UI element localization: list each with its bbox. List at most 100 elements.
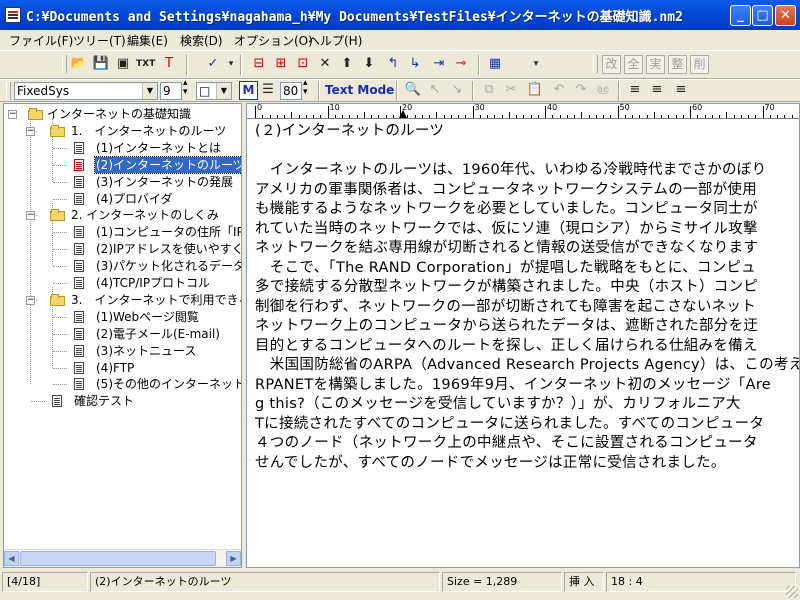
ruler-indent-marker[interactable]: [399, 110, 407, 118]
ruler-tick: [617, 106, 619, 118]
font-size-spinner[interactable]: [183, 78, 193, 97]
collapse-toggle-icon[interactable]: −: [26, 126, 35, 136]
box-option-select[interactable]: □ ▼: [196, 82, 232, 100]
sei-button[interactable]: 整: [668, 55, 687, 74]
ruler-tick: [334, 115, 336, 118]
line-spacing-icon[interactable]: ☰: [259, 81, 277, 99]
scroll-right-icon[interactable]: ▶: [226, 551, 241, 566]
zen-button[interactable]: 全: [624, 55, 643, 74]
undo-icon[interactable]: ↶: [550, 81, 568, 99]
replace-icon[interactable]: a͟e: [594, 81, 612, 99]
tree-node[interactable]: (3)パケット化されるデータ: [4, 258, 241, 274]
m-toggle-button[interactable]: M: [239, 81, 258, 100]
tree-text-icon[interactable]: T: [160, 55, 178, 73]
insert-node-icon[interactable]: ⊡: [294, 55, 312, 73]
tree-node[interactable]: (4)FTP: [4, 360, 241, 376]
tree-node[interactable]: (4)TCP/IPプロトコル: [4, 275, 241, 291]
ruler-tick: [262, 115, 264, 118]
font-size-field[interactable]: 9: [160, 82, 182, 100]
window-title: C:¥Documents and Settings¥nagahama_h¥My …: [26, 10, 683, 25]
tree-horizontal-scrollbar[interactable]: ◀ ▶: [4, 549, 241, 567]
copy-icon[interactable]: ⧉: [480, 81, 498, 99]
page-icon: [74, 226, 84, 239]
tree-node-label: (2)電子メール(E-mail): [96, 326, 220, 341]
align-right-icon[interactable]: ≡: [672, 81, 690, 99]
tree-node-label: (1)Webページ閲覧: [96, 309, 199, 324]
tree-node[interactable]: (2)電子メール(E-mail): [4, 326, 241, 342]
tree-node[interactable]: − 2. インターネットのしくみ: [4, 207, 241, 223]
dropdown-arrow-icon[interactable]: ▾: [222, 55, 240, 73]
ruler-tick: [356, 115, 358, 118]
status-page: [4/18]: [2, 572, 88, 592]
open-folder-icon[interactable]: 📂: [70, 55, 88, 73]
tree-node[interactable]: (1)インターネットとは: [4, 140, 241, 156]
save-icon[interactable]: 💾: [92, 55, 110, 73]
add-sibling-node-icon[interactable]: ⊟: [250, 55, 268, 73]
tree-pane[interactable]: − インターネットの基礎知識 − 1. インターネットのルーツ (1)インターネットとは…: [3, 103, 242, 568]
app-icon[interactable]: [5, 7, 21, 23]
tree-node[interactable]: (1)コンピュータの住所「IP7: [4, 224, 241, 240]
structure-icon[interactable]: ▦: [486, 55, 504, 73]
redo-icon[interactable]: ↷: [572, 81, 590, 99]
tree-node[interactable]: (3)ネットニュース: [4, 343, 241, 359]
structure-dropdown-icon[interactable]: ▾: [527, 55, 545, 73]
delete-node-icon[interactable]: ✕: [316, 55, 334, 73]
tree-node[interactable]: (3)インターネットの発展: [4, 174, 241, 190]
scroll-left-icon[interactable]: ◀: [4, 551, 19, 566]
indent-field[interactable]: 80: [280, 82, 302, 100]
align-center-icon[interactable]: ≡: [648, 81, 666, 99]
menu-options[interactable]: オプション(O): [234, 32, 313, 49]
tree-node[interactable]: (2)IPアドレスを使いやすく: [4, 241, 241, 257]
add-child-node-icon[interactable]: ⊞: [272, 55, 290, 73]
move-right-icon[interactable]: ↳: [406, 55, 424, 73]
tree-node[interactable]: (4)プロバイダ: [4, 191, 241, 207]
move-down-icon[interactable]: ⬇: [360, 55, 378, 73]
menu-tree[interactable]: ツリー(T): [73, 32, 126, 49]
minimize-button[interactable]: _: [730, 5, 751, 26]
tree-node[interactable]: (2)インターネットのルーツ: [4, 155, 241, 174]
indent-spinner[interactable]: [303, 78, 313, 97]
indent-icon[interactable]: ⇥: [430, 55, 448, 73]
ruler-tick: [472, 106, 474, 118]
saku-button[interactable]: 削: [690, 55, 709, 74]
move-up-icon[interactable]: ⬆: [338, 55, 356, 73]
close-button[interactable]: ✕: [775, 5, 796, 26]
tree-node[interactable]: − 1. インターネットのルーツ: [4, 123, 241, 139]
editor-line: 制御を行わず、ネットワークの一部が切断されても障害を起こさないネット: [255, 298, 757, 315]
paste-icon[interactable]: 📋: [526, 81, 544, 99]
tree-node-label: 3. インターネットで利用できる: [71, 292, 242, 307]
collapse-toggle-icon[interactable]: −: [26, 295, 35, 305]
menu-edit[interactable]: 編集(E): [127, 32, 168, 49]
find-next-icon[interactable]: ↘: [448, 81, 466, 99]
export-text-icon[interactable]: TXT: [136, 55, 155, 73]
jitsu-button[interactable]: 実: [646, 55, 665, 74]
text-mode-button[interactable]: Text Mode: [325, 83, 394, 97]
chevron-down-icon[interactable]: ▼: [142, 83, 157, 99]
editor-pane[interactable]: 0 10 20 30 40 50 60 70 (２)インターネットのルーツ インターネットのル…: [246, 103, 800, 568]
menu-search[interactable]: 検索(D): [180, 32, 223, 49]
check-icon[interactable]: ✓: [204, 55, 222, 73]
align-left-icon[interactable]: ≡: [626, 81, 644, 99]
cut-icon[interactable]: ✂: [502, 81, 520, 99]
editor-text[interactable]: (２)インターネットのルーツ インターネットのルーツは、1960年代、いわゆる冷…: [255, 122, 799, 473]
move-left-icon[interactable]: ↰: [384, 55, 402, 73]
resize-grip[interactable]: [786, 586, 798, 598]
font-select[interactable]: FixedSys ▼: [14, 82, 158, 100]
collapse-toggle-icon[interactable]: −: [8, 110, 17, 119]
tree-node[interactable]: (1)Webページ閲覧: [4, 309, 241, 325]
scrollbar-thumb[interactable]: [20, 551, 216, 566]
find-prev-icon[interactable]: ↖: [426, 81, 444, 99]
menu-help[interactable]: ヘルプ(H): [308, 32, 362, 49]
window-icon[interactable]: ▣: [114, 55, 132, 73]
link-node-icon[interactable]: ⊸: [452, 55, 470, 73]
maximize-button[interactable]: □: [752, 5, 773, 26]
chevron-down-icon[interactable]: ▼: [216, 83, 231, 99]
tree-node[interactable]: (5)その他のインターネット: [4, 376, 241, 392]
toolbar-separator: [618, 81, 620, 101]
menu-file[interactable]: ファイル(F): [9, 32, 73, 49]
find-icon[interactable]: 🔍: [404, 81, 422, 99]
tree-node[interactable]: 確認テスト: [4, 393, 241, 409]
collapse-toggle-icon[interactable]: −: [26, 211, 35, 221]
tree-node[interactable]: − 3. インターネットで利用できる: [4, 292, 242, 308]
kai-button[interactable]: 改: [602, 55, 621, 74]
